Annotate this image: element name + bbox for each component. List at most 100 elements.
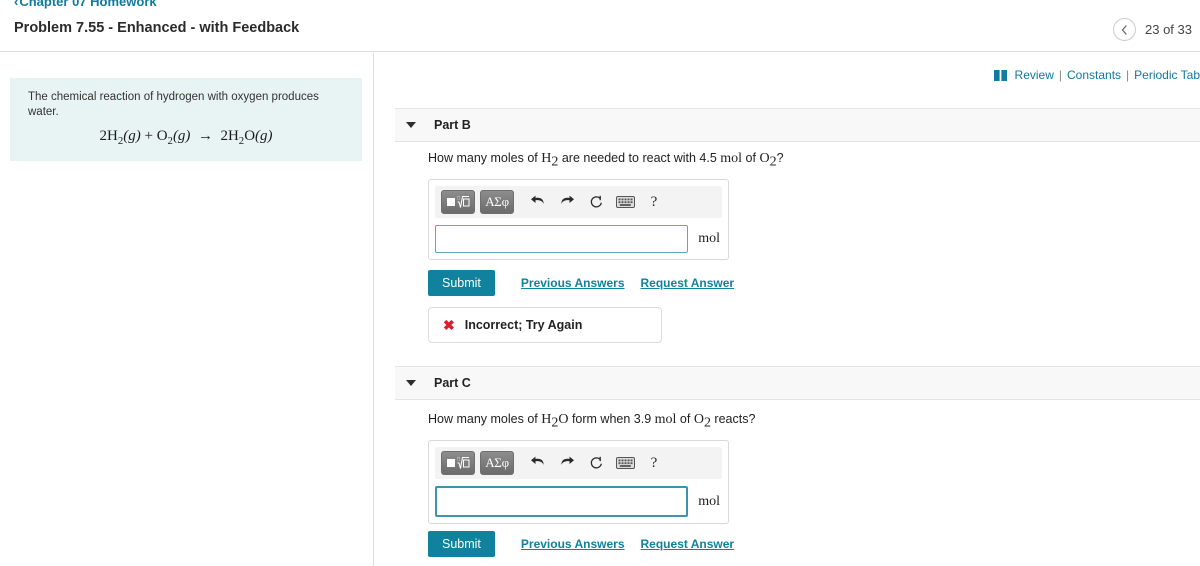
request-answer-link-b[interactable]: Request Answer — [641, 276, 735, 290]
question-c-suffix: reacts? — [710, 412, 756, 426]
resource-separator-1: | — [1058, 68, 1063, 82]
question-c-species-tail: O — [558, 412, 569, 427]
feedback-box-b: ✖ Incorrect; Try Again — [428, 307, 662, 343]
problem-statement-text: The chemical reaction of hydrogen with o… — [28, 91, 319, 118]
constants-link[interactable]: Constants — [1067, 68, 1121, 82]
part-header-c[interactable]: Part C — [395, 366, 1200, 400]
redo-button-b[interactable] — [554, 190, 580, 214]
question-c-value: 3.9 — [633, 412, 652, 426]
problem-counter: 23 of 33 — [1145, 22, 1192, 37]
equation-plus: + — [144, 127, 153, 144]
undo-button-c[interactable] — [525, 451, 551, 475]
question-b-middle: are needed to react with — [558, 151, 700, 165]
keyboard-icon — [615, 196, 635, 208]
equation-rhs-state: (g) — [255, 127, 273, 144]
part-label-c: Part C — [434, 376, 471, 390]
undo-button-b[interactable] — [525, 190, 551, 214]
reset-button-b[interactable] — [583, 190, 609, 214]
answer-widget-b: □ ΑΣφ ? mol — [428, 179, 729, 260]
breadcrumb[interactable]: ‹Chapter 07 Homework — [14, 0, 157, 9]
chevron-left-icon — [1121, 24, 1127, 35]
reset-circle-icon — [590, 195, 602, 207]
math-template-icon: □ — [447, 457, 470, 469]
resource-links: Review | Constants | Periodic Tab — [993, 68, 1200, 82]
answer-input-b[interactable] — [435, 225, 689, 253]
breadcrumb-label: Chapter 07 Homework — [19, 0, 157, 9]
chevron-down-icon — [406, 380, 416, 386]
answer-widget-c: □ ΑΣφ ? mol — [428, 440, 729, 524]
redo-arrow-icon — [561, 456, 574, 465]
unit-label-b: mol — [698, 231, 720, 246]
question-b-species2: O — [759, 151, 770, 166]
svg-text:□: □ — [457, 197, 460, 202]
undo-arrow-icon — [531, 456, 544, 465]
equation-rhs-species-b: O — [244, 127, 256, 144]
question-c-species2-sub: 2 — [703, 415, 711, 431]
question-b-of: of — [742, 151, 760, 165]
question-text-c: How many moles of H2O form when 3.9 mol … — [428, 412, 755, 432]
submit-button-b[interactable]: Submit — [428, 270, 495, 296]
math-template-icon: □ — [447, 196, 470, 208]
keyboard-button-c[interactable] — [612, 451, 638, 475]
question-c-unit: mol — [654, 412, 677, 427]
question-c-species2: O — [693, 412, 704, 427]
previous-answers-link-b[interactable]: Previous Answers — [521, 276, 625, 290]
breadcrumb-chevron-icon: ‹ — [14, 0, 19, 9]
keyboard-icon — [615, 457, 635, 469]
chemical-equation: 2H2(g) + O2(g) → 2H2O(g) — [20, 128, 352, 147]
question-b-suffix: ? — [776, 151, 784, 165]
answer-row-c: mol — [435, 486, 722, 517]
equation-rhs-species-a: H — [227, 127, 239, 144]
redo-arrow-icon — [561, 195, 574, 204]
top-bar: ‹Chapter 07 Homework Problem 7.55 - Enha… — [0, 0, 1200, 52]
request-answer-link-c[interactable]: Request Answer — [641, 537, 735, 551]
question-text-b: How many moles of H 2 are needed to react… — [428, 151, 784, 171]
unit-label-c: mol — [698, 493, 720, 509]
equation-lhs-state-1: (g) — [123, 127, 141, 144]
submit-row-b: Submit Previous Answers Request Answer — [428, 270, 734, 296]
question-b-species2-sub: 2 — [769, 154, 777, 170]
chevron-down-icon — [406, 122, 416, 128]
greek-symbols-button-b[interactable]: ΑΣφ — [480, 190, 514, 214]
question-b-unit: mol — [720, 151, 743, 166]
greek-symbols-button-c[interactable]: ΑΣφ — [480, 451, 514, 475]
math-template-button-c[interactable]: □ — [441, 451, 475, 475]
equation-lhs-species-1: H — [106, 127, 118, 144]
question-c-prefix: How many moles of — [428, 412, 542, 426]
svg-text:□: □ — [457, 458, 460, 463]
math-toolbar-b: □ ΑΣφ ? — [435, 186, 722, 218]
math-toolbar-c: □ ΑΣφ ? — [435, 447, 722, 479]
question-c-middle: form when — [568, 412, 634, 426]
equation-arrow-icon: → — [197, 127, 213, 144]
redo-button-c[interactable] — [554, 451, 580, 475]
question-b-value: 4.5 — [699, 151, 717, 165]
page-title: Problem 7.55 - Enhanced - with Feedback — [14, 20, 300, 36]
reset-button-c[interactable] — [583, 451, 609, 475]
part-label-b: Part B — [434, 118, 471, 132]
periodic-table-link[interactable]: Periodic Tab — [1134, 68, 1200, 82]
answer-panel: Review | Constants | Periodic Tab Part B… — [375, 53, 1200, 566]
part-header-b[interactable]: Part B — [395, 108, 1200, 142]
help-button-c[interactable]: ? — [641, 451, 667, 475]
submit-button-c[interactable]: Submit — [428, 531, 495, 557]
answer-input-c[interactable] — [435, 486, 689, 517]
previous-answers-link-c[interactable]: Previous Answers — [521, 537, 625, 551]
question-c-of: of — [676, 412, 694, 426]
review-link[interactable]: Review — [1015, 68, 1054, 82]
question-b-prefix: How many moles of — [428, 151, 542, 165]
pager: 23 of 33 — [1113, 18, 1192, 41]
question-b-species: H — [541, 151, 552, 166]
equation-rhs-coeff: 2 — [220, 127, 228, 144]
previous-problem-button[interactable] — [1113, 18, 1136, 41]
equation-lhs-state-2: (g) — [172, 127, 191, 144]
help-button-b[interactable]: ? — [641, 190, 667, 214]
equation-lhs-coeff-1: 2 — [99, 127, 107, 144]
problem-statement-box: The chemical reaction of hydrogen with o… — [10, 78, 362, 161]
answer-row-b: mol — [435, 225, 722, 253]
x-mark-icon: ✖ — [443, 317, 455, 333]
math-template-button-b[interactable]: □ — [441, 190, 475, 214]
keyboard-button-b[interactable] — [612, 190, 638, 214]
feedback-text-b: Incorrect; Try Again — [464, 318, 583, 332]
book-icon — [993, 69, 1007, 81]
question-c-species: H — [541, 412, 552, 427]
